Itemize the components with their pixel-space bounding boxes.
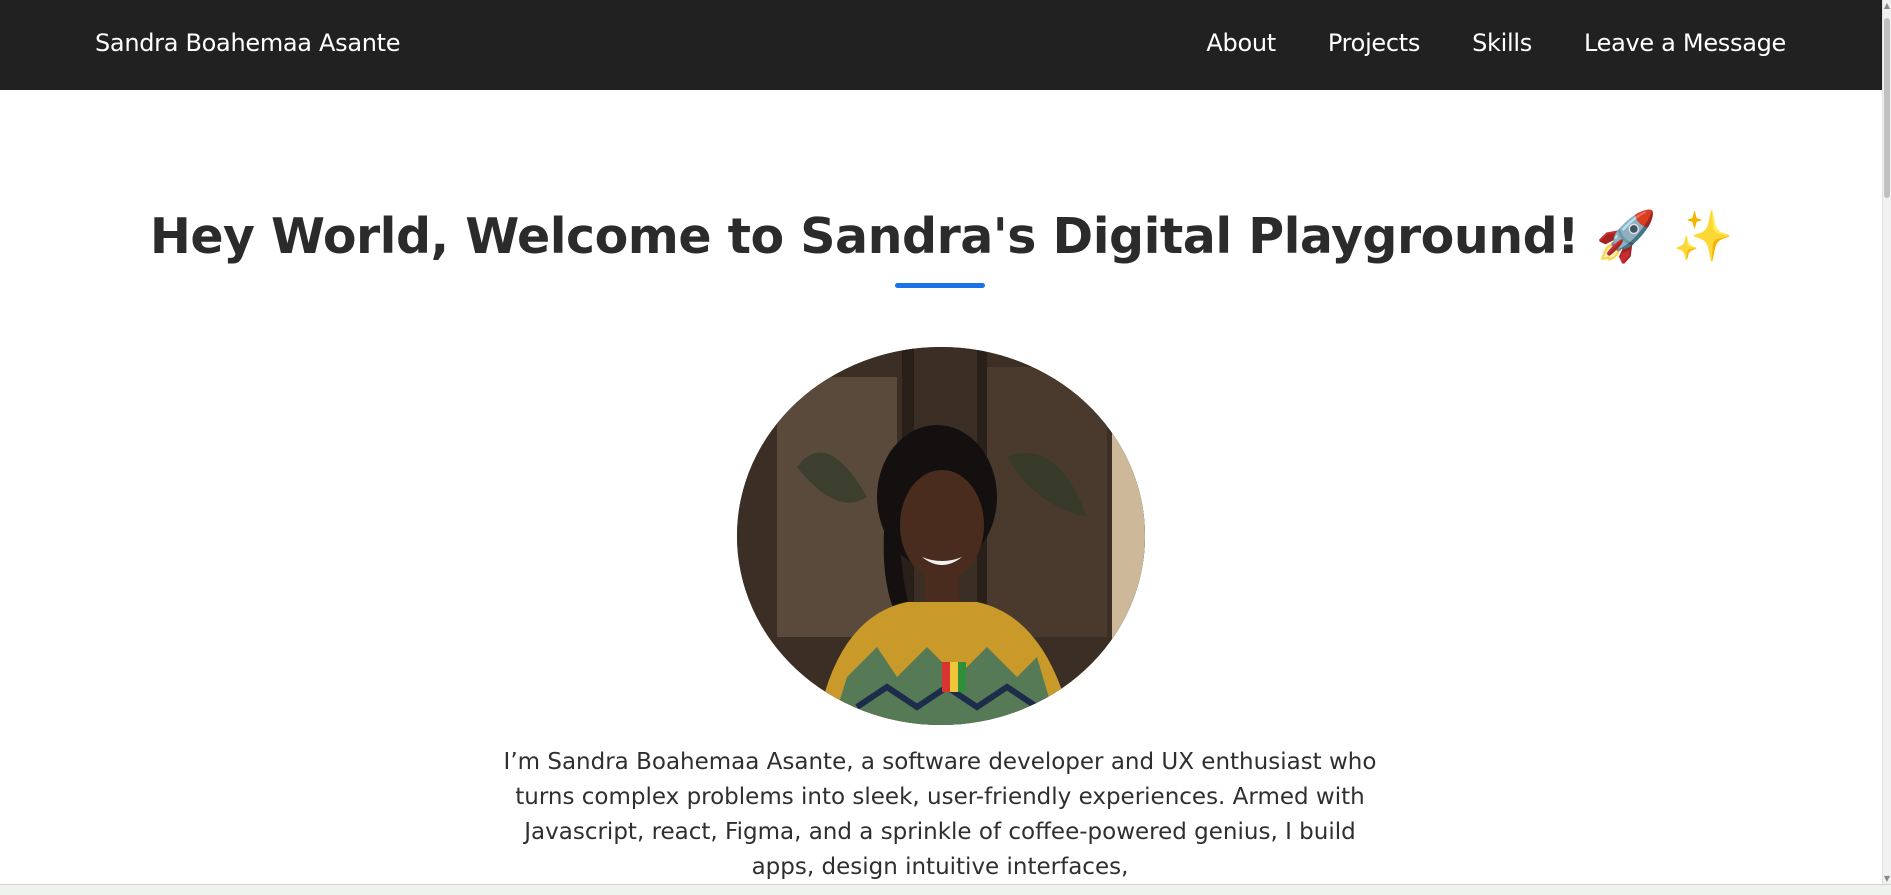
nav-link-projects[interactable]: Projects — [1328, 29, 1421, 57]
title-underline — [895, 283, 985, 288]
scroll-up-icon[interactable]: ▲ — [1883, 0, 1891, 12]
nav-link-skills[interactable]: Skills — [1472, 29, 1532, 57]
hero-section: Hey World, Welcome to Sandra's Digital P… — [0, 90, 1883, 885]
vertical-scrollbar[interactable]: ▲ ▼ — [1882, 0, 1891, 885]
profile-photo-illustration — [737, 347, 1145, 725]
navbar: Sandra Boahemaa Asante About Projects Sk… — [0, 0, 1883, 90]
bio-text: I’m Sandra Boahemaa Asante, a software d… — [503, 749, 1377, 880]
site-brand[interactable]: Sandra Boahemaa Asante — [95, 0, 401, 86]
nav-links: About Projects Skills Leave a Message — [1206, 0, 1786, 86]
scrollbar-thumb[interactable] — [1884, 18, 1890, 198]
nav-link-leave-message[interactable]: Leave a Message — [1584, 29, 1786, 57]
profile-photo — [737, 347, 1145, 725]
hero-title: Hey World, Welcome to Sandra's Digital P… — [149, 208, 1734, 265]
nav-link-about[interactable]: About — [1206, 29, 1276, 57]
page-viewport: Sandra Boahemaa Asante About Projects Sk… — [0, 0, 1891, 895]
window-bottom-edge — [0, 884, 1891, 895]
